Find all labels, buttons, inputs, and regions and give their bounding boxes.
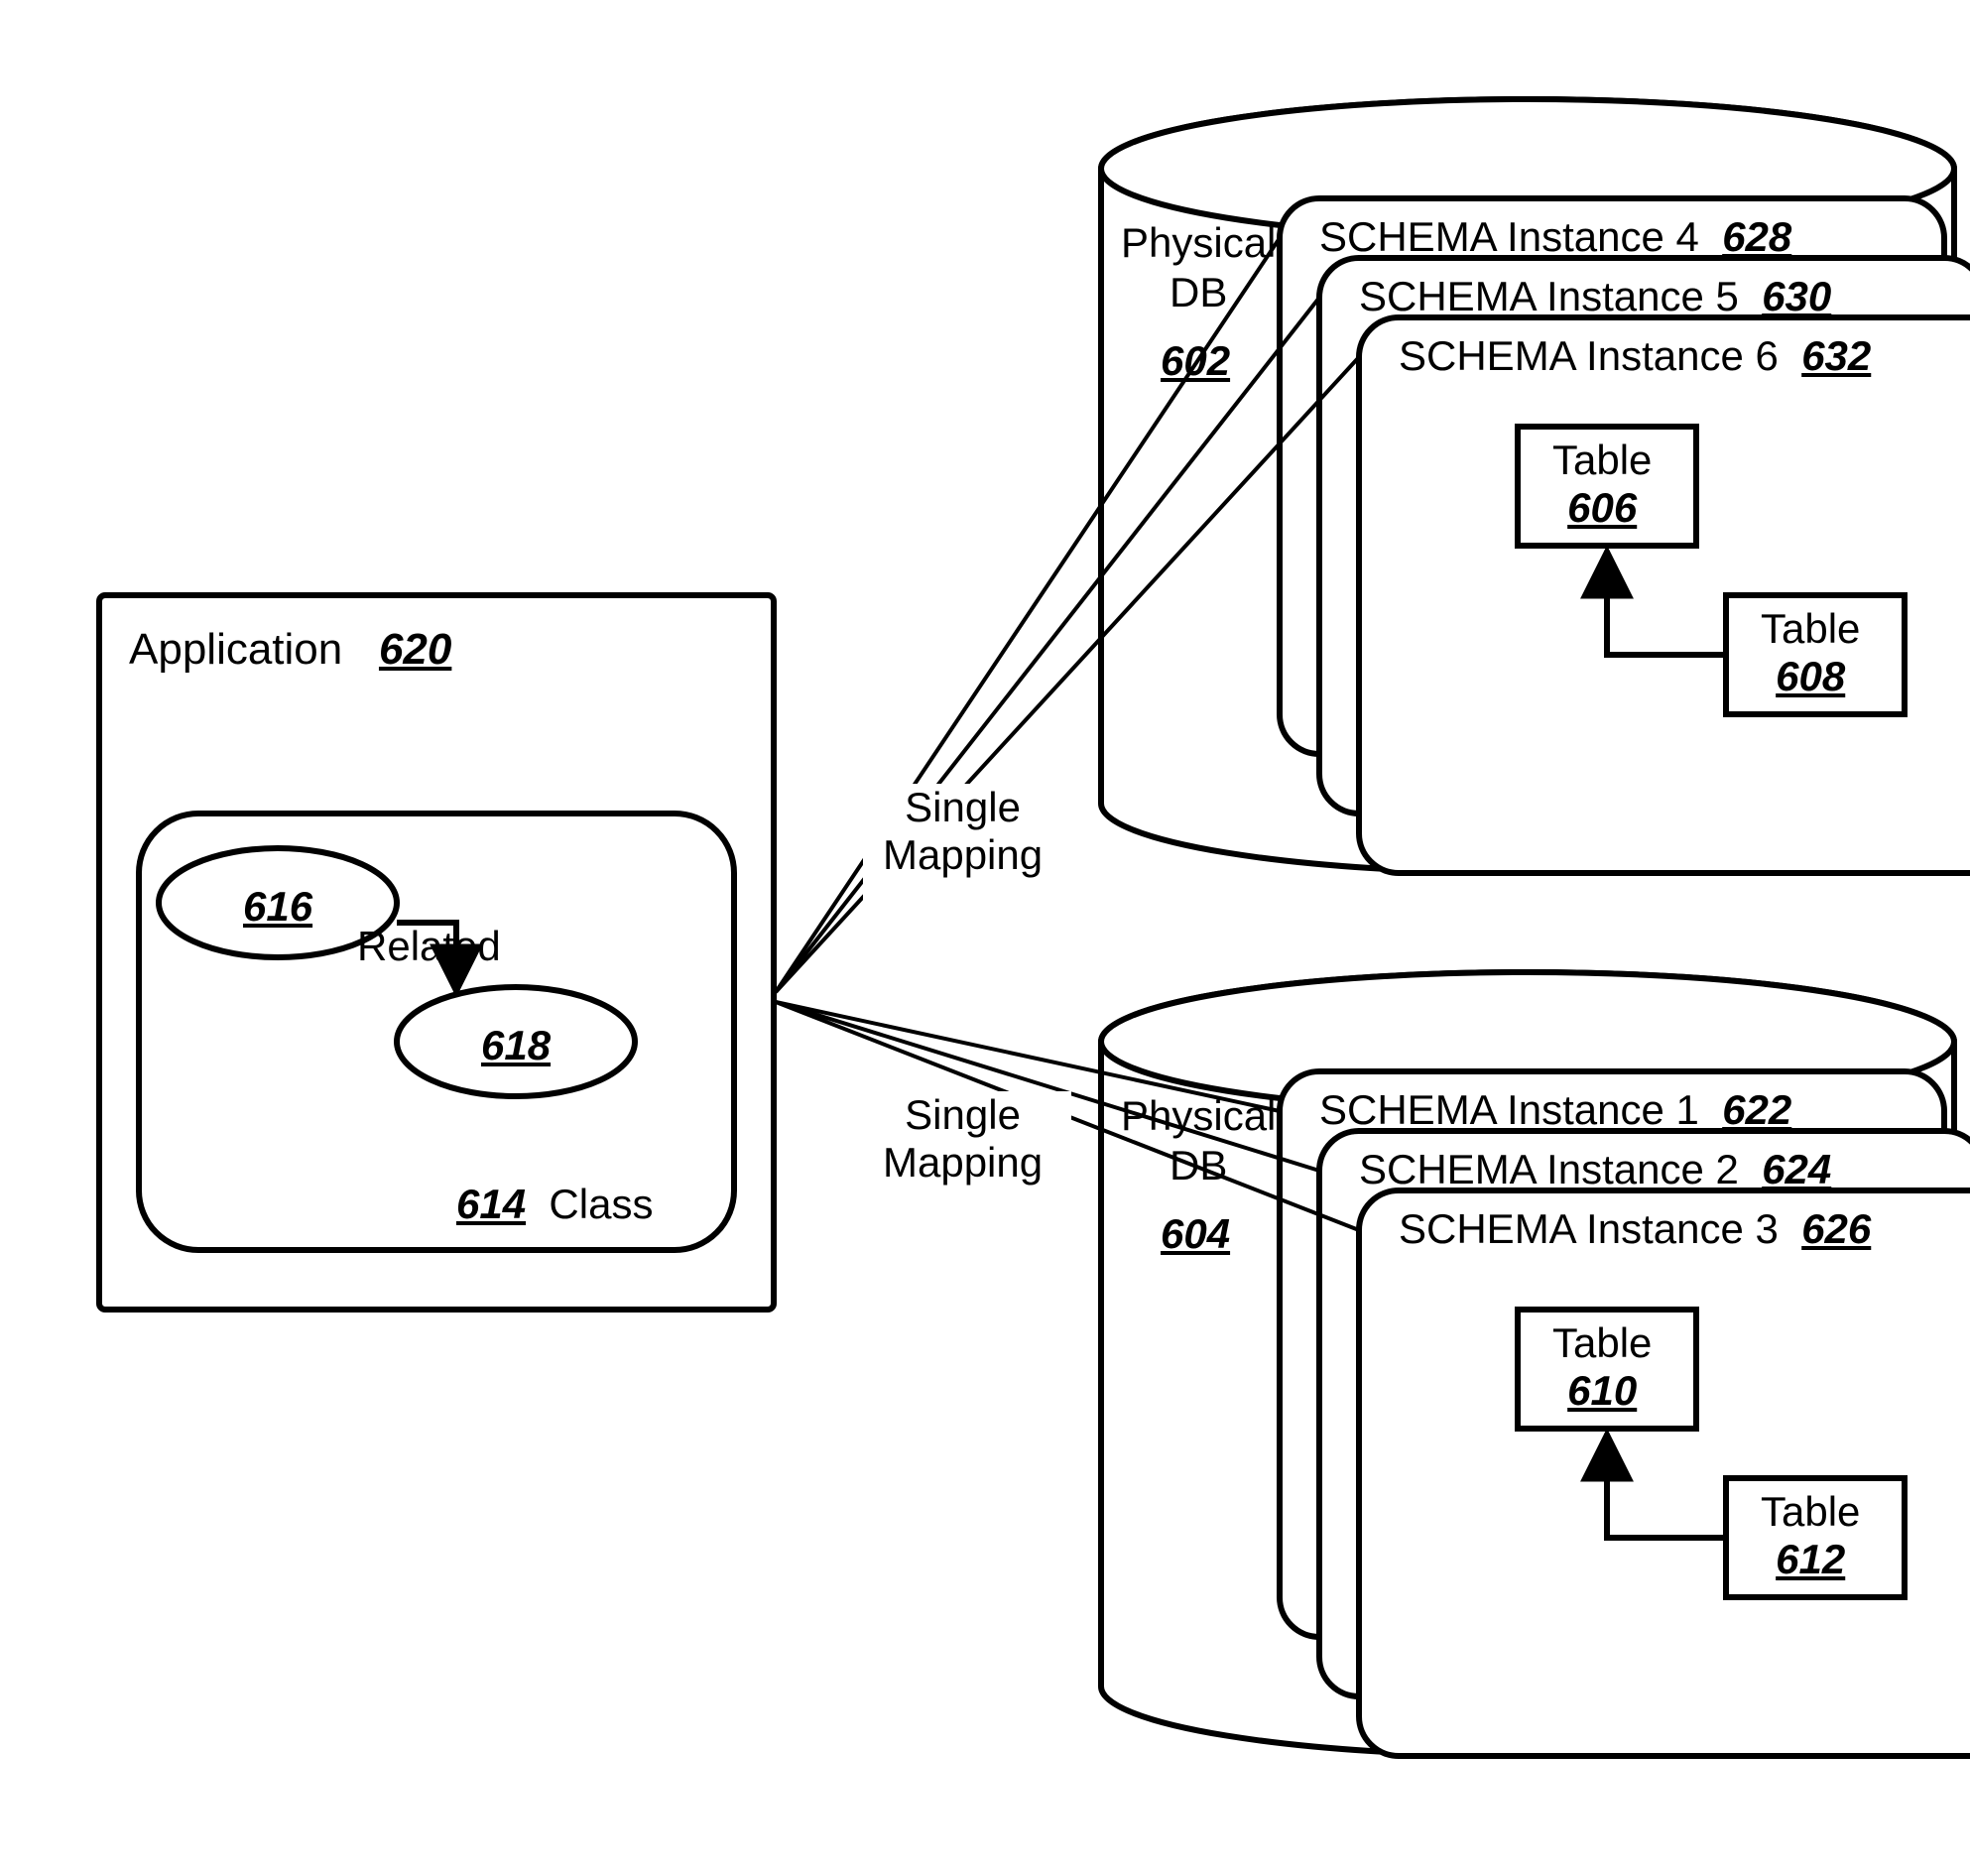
- node-a-ref: 616: [243, 883, 312, 931]
- table-610-label: Table610: [1552, 1319, 1652, 1415]
- schema6-label: SCHEMA Instance 6 632: [1399, 332, 1871, 380]
- db-bottom-ref: 604: [1161, 1210, 1230, 1258]
- db-top-ref: 602: [1161, 337, 1230, 385]
- class-label: 614 Class: [456, 1181, 653, 1228]
- related-label: Related: [357, 923, 501, 970]
- node-b-ref: 618: [481, 1022, 551, 1069]
- schema4-label: SCHEMA Instance 4 628: [1319, 213, 1791, 261]
- schema3-label: SCHEMA Instance 3 626: [1399, 1205, 1871, 1253]
- application-label: Application 620: [129, 625, 451, 675]
- db-top-label: Physical DB: [1121, 218, 1276, 318]
- mapping-label-top: Single Mapping: [883, 784, 1043, 880]
- schema-card-3: [1359, 1190, 1970, 1756]
- schema5-label: SCHEMA Instance 5 630: [1359, 273, 1831, 320]
- mapping-label-bottom: Single Mapping: [883, 1091, 1043, 1188]
- schema1-label: SCHEMA Instance 1 622: [1319, 1086, 1791, 1134]
- db-bottom-label: Physical DB: [1121, 1091, 1276, 1191]
- table-606-label: Table606: [1552, 437, 1652, 532]
- schema2-label: SCHEMA Instance 2 624: [1359, 1146, 1831, 1193]
- diagram-stage: Application 620 616 Related 618 614 Clas…: [0, 0, 1970, 1876]
- table-608-label: Table608: [1761, 605, 1860, 700]
- table-612-label: Table612: [1761, 1488, 1860, 1583]
